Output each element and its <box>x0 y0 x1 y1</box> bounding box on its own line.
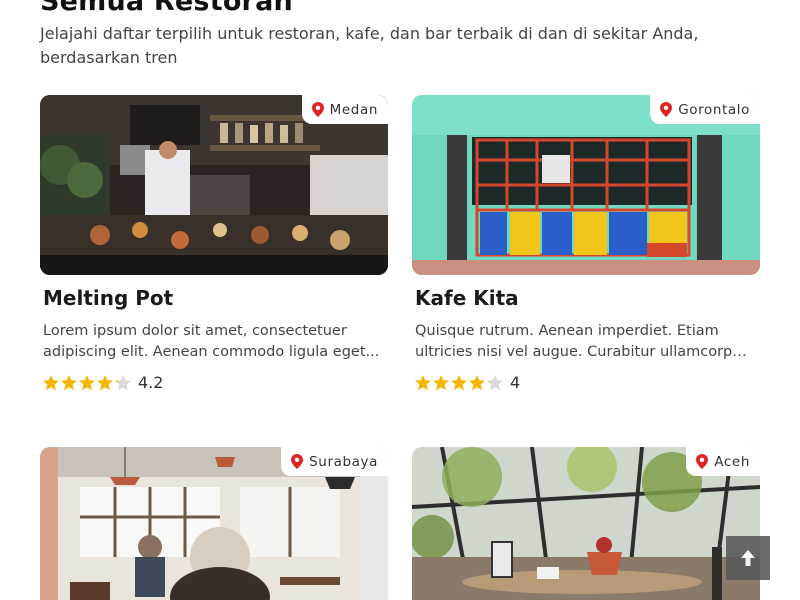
restaurant-photo[interactable]: Surabaya <box>40 447 388 600</box>
map-pin-icon <box>660 102 673 117</box>
location-city: Medan <box>329 101 378 118</box>
star-icon <box>451 374 467 390</box>
star-icon <box>433 374 449 390</box>
restaurant-description: Lorem ipsum dolor sit amet, consectetuer… <box>43 321 383 363</box>
restaurant-name[interactable]: Kafe Kita <box>415 286 519 310</box>
rating-value: 4.2 <box>138 373 164 392</box>
location-city: Gorontalo <box>678 101 750 118</box>
restaurant-card[interactable]: Surabaya <box>40 447 388 600</box>
description-line: Quisque rutrum. Aenean imperdiet. Etiam <box>415 323 719 339</box>
location-city: Surabaya <box>309 453 378 470</box>
rating: 4.2 <box>42 373 163 392</box>
rating: 4 <box>414 373 520 392</box>
restaurant-photo[interactable]: Gorontalo <box>412 95 760 275</box>
location-city: Aceh <box>714 453 750 470</box>
restaurant-card[interactable]: Aceh <box>412 447 760 600</box>
map-pin-icon <box>291 454 304 469</box>
restaurant-photo[interactable]: Aceh <box>412 447 760 600</box>
description-line: Lorem ipsum dolor sit amet, consectetuer <box>43 323 347 339</box>
page-title: Semua Restoran <box>40 0 293 17</box>
star-icon <box>115 374 131 390</box>
scroll-to-top-button[interactable] <box>726 536 770 580</box>
restaurant-card[interactable]: Gorontalo Kafe Kita Quisque rutrum. Aene… <box>412 95 760 392</box>
restaurant-name[interactable]: Melting Pot <box>43 286 173 310</box>
star-icon <box>469 374 485 390</box>
restaurant-card[interactable]: Medan Melting Pot Lorem ipsum dolor sit … <box>40 95 388 392</box>
map-pin-icon <box>311 102 324 117</box>
location-badge[interactable]: Surabaya <box>281 447 388 476</box>
rating-value: 4 <box>510 373 521 392</box>
map-pin-icon <box>696 454 709 469</box>
star-icon <box>43 374 59 390</box>
subtitle-line: berdasarkan tren <box>40 48 178 67</box>
page-subtitle: Jelajahi daftar terpilih untuk restoran,… <box>40 22 740 70</box>
location-badge[interactable]: Medan <box>301 95 388 124</box>
star-icon <box>487 374 503 390</box>
subtitle-line: Jelajahi daftar terpilih untuk restoran,… <box>40 24 699 43</box>
location-badge[interactable]: Gorontalo <box>650 95 760 124</box>
star-icon <box>97 374 113 390</box>
star-icon <box>61 374 77 390</box>
star-icon <box>79 374 95 390</box>
restaurant-photo[interactable]: Medan <box>40 95 388 275</box>
location-badge[interactable]: Aceh <box>686 447 760 476</box>
arrow-up-icon <box>741 550 755 566</box>
star-icon <box>415 374 431 390</box>
restaurant-description: Quisque rutrum. Aenean imperdiet. Etiam … <box>415 321 755 363</box>
description-line: ultricies nisi vel augue. Curabitur ulla… <box>415 344 755 360</box>
description-line: adipiscing elit. Aenean commodo ligula e… <box>43 344 380 360</box>
